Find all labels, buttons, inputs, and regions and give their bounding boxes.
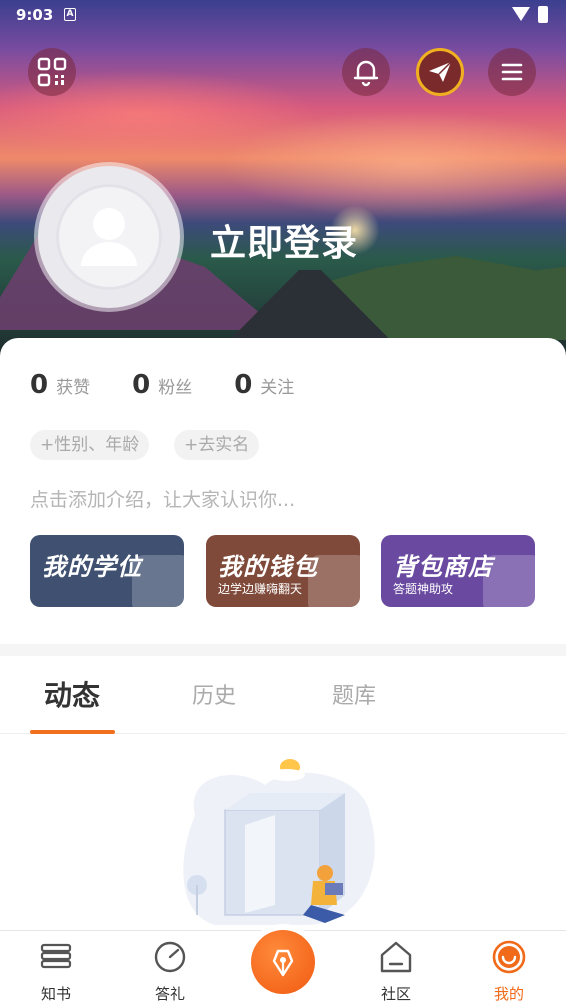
promo-subtitle: 边学边赚嗨翻天 — [218, 582, 303, 596]
promo-title: 我的学位 — [42, 553, 142, 581]
nav-label: 答礼 — [154, 985, 185, 1003]
stat-fans[interactable]: 0 粉丝 — [132, 370, 192, 400]
promo-title: 我的钱包 — [218, 553, 318, 581]
tab-history[interactable]: 历史 — [192, 678, 236, 710]
a-notification-icon: A — [64, 8, 76, 21]
stats-row: 0 获赞 0 粉丝 0 关注 — [30, 370, 336, 400]
nav-item-community[interactable]: 社区 — [366, 939, 426, 1004]
nav-label: 社区 — [380, 985, 411, 1003]
pen-nib-icon — [272, 949, 294, 977]
stat-value: 0 — [30, 370, 49, 400]
qr-code-icon — [37, 57, 67, 87]
nav-label: 我的 — [493, 985, 524, 1003]
menu-button[interactable] — [488, 48, 536, 96]
default-user-icon — [81, 208, 137, 266]
notifications-button[interactable] — [342, 48, 390, 96]
active-tab-indicator — [30, 730, 115, 734]
nav-item-gifts[interactable]: 答礼 — [140, 939, 200, 1004]
backpack-store-card[interactable]: 背包商店 答题神助攻 — [381, 535, 535, 607]
login-link[interactable]: 立即登录 — [210, 214, 358, 266]
avatar-inner — [56, 184, 162, 290]
paper-plane-icon — [429, 61, 452, 82]
tab-bar: 动态 历史 题库 — [0, 656, 566, 734]
stat-likes[interactable]: 0 获赞 — [30, 370, 90, 400]
intro-placeholder[interactable]: 点击添加介绍，让大家认识你... — [30, 485, 295, 512]
paper-plane-button[interactable] — [416, 48, 464, 96]
battery-icon — [538, 6, 548, 23]
books-icon — [40, 943, 72, 969]
nav-item-mine[interactable]: 我的 — [479, 939, 539, 1004]
my-degree-card[interactable]: 我的学位 — [30, 535, 184, 607]
nav-item-books[interactable]: 知书 — [26, 939, 86, 1004]
tab-question-bank[interactable]: 题库 — [332, 678, 376, 710]
smile-icon — [492, 940, 526, 974]
promo-subtitle: 答题神助攻 — [393, 582, 454, 596]
gauge-icon — [154, 941, 186, 973]
stat-label: 获赞 — [56, 378, 91, 398]
stat-following[interactable]: 0 关注 — [234, 370, 294, 400]
stat-label: 关注 — [260, 378, 295, 398]
house-icon — [380, 941, 412, 973]
qr-scan-button[interactable] — [28, 48, 76, 96]
real-name-tag[interactable]: +去实名 — [174, 430, 260, 460]
my-wallet-card[interactable]: 我的钱包 边学边赚嗨翻天 — [206, 535, 360, 607]
avatar[interactable] — [38, 166, 180, 308]
center-action-button[interactable] — [251, 930, 315, 994]
tab-dynamics[interactable]: 动态 — [44, 674, 100, 714]
section-divider — [0, 644, 566, 656]
wifi-icon — [512, 7, 530, 21]
stat-value: 0 — [234, 370, 253, 400]
stat-label: 粉丝 — [158, 378, 193, 398]
empty-state-illustration — [183, 759, 375, 925]
bell-icon — [353, 60, 379, 87]
nav-label: 知书 — [40, 985, 71, 1003]
menu-icon — [501, 63, 523, 81]
banner-cloud — [220, 110, 566, 220]
status-bar: 9:03 A — [0, 0, 566, 30]
status-time: 9:03 — [16, 6, 54, 24]
promo-title: 背包商店 — [393, 553, 493, 581]
stat-value: 0 — [132, 370, 151, 400]
gender-age-tag[interactable]: +性别、年龄 — [30, 430, 150, 460]
